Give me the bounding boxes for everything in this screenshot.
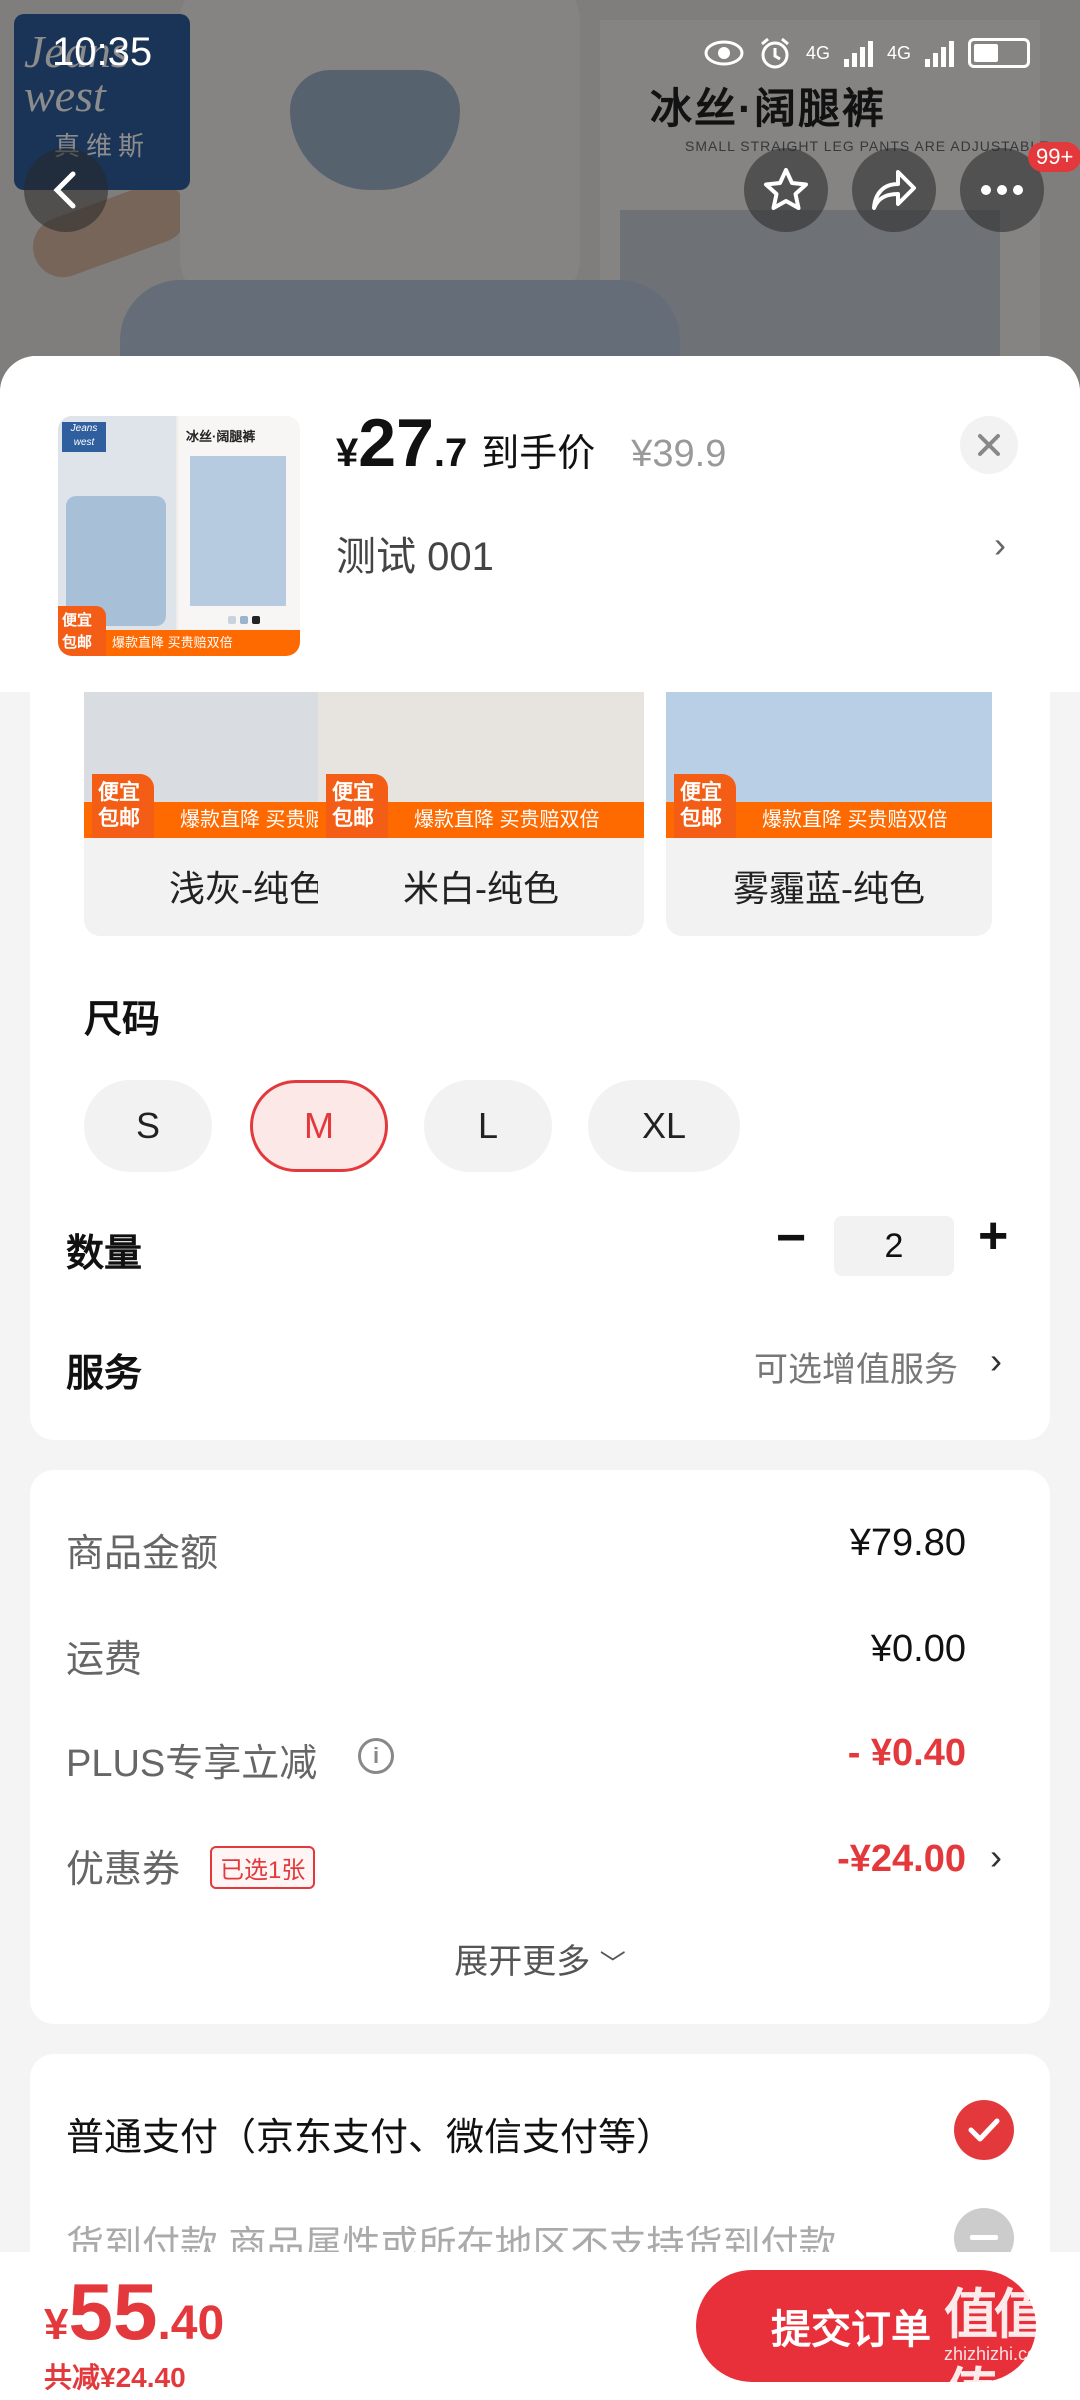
thumb-color-dots [228,616,260,624]
shipping-label: 运费 [66,1639,143,1681]
color-option-name: 米白-纯色 [403,868,559,909]
coupon-label: 优惠券 [66,1849,181,1891]
close-sheet-button[interactable] [960,416,1018,474]
expand-more-label: 展开更多 [454,1943,591,1981]
chevron-right-icon[interactable]: › [994,524,1006,566]
more-badge: 99+ [1028,142,1080,172]
thumb-brand-logo: Jeans west [62,422,106,452]
close-icon [978,434,1000,456]
color-option-tag: 便宜包邮 [674,774,736,838]
alarm-icon [761,37,789,69]
price-symbol: ¥ [336,431,359,475]
expand-more-button[interactable]: 展开更多 ﹀ [0,1934,1080,1983]
network-type-2: 4G [886,42,911,63]
goods-amount-value: ¥79.80 [849,1522,966,1564]
total-saved: 共减¥24.40 [44,2362,186,2393]
payment-selected-check[interactable] [954,2100,1014,2160]
share-button[interactable] [852,148,936,232]
watermark-url: zhizhizhi.com [944,2344,1053,2364]
share-icon [872,170,916,210]
eye-icon [704,40,744,66]
quantity-label: 数量 [66,1233,143,1275]
chevron-right-icon[interactable]: › [990,1836,1002,1878]
original-price: ¥39.9 [631,433,727,475]
total-symbol: ¥ [44,2300,69,2349]
minus-icon [970,2235,998,2240]
color-option-2[interactable]: 爆款直降 买贵赔双倍 便宜包邮 雾霾蓝-纯色 [666,692,992,936]
submit-order-label: 提交订单 [771,2308,931,2352]
coupon-selected-tag: 已选1张 [210,1846,316,1889]
shipping-value: ¥0.00 [870,1628,966,1670]
plus-discount-value: - ¥0.40 [847,1732,966,1774]
color-option-tag: 便宜包邮 [92,774,154,838]
watermark-logo: 值值值 [944,2285,1048,2400]
total-integer: 55 [68,2267,158,2356]
status-time: 10:35 [52,30,153,74]
color-row-clip [30,692,84,938]
back-button[interactable] [24,148,108,232]
sheet-header: 冰丝·阔腿裤 Jeans west 便宜包邮 爆款直降 买贵赔双倍 ¥ 27 .… [0,356,1080,692]
selected-spec-text[interactable]: 测试 001 [336,524,494,582]
goods-amount-label: 商品金额 [66,1533,219,1575]
quantity-input[interactable]: 2 [834,1216,954,1276]
price-integer: 27 [358,405,434,481]
quantity-decrease-button[interactable]: − [776,1208,806,1268]
size-section-label: 尺码 [84,999,161,1041]
signal-icon [843,39,873,67]
star-icon [764,168,808,210]
favorite-button[interactable] [744,148,828,232]
size-option-l[interactable]: L [424,1080,552,1172]
checkmark-icon [968,2118,1000,2142]
size-option-m[interactable]: M [250,1080,388,1172]
size-option-xl[interactable]: XL [588,1080,740,1172]
price-row: ¥ 27 .7 到手价 ¥39.9 [336,404,726,482]
color-option-1[interactable]: 爆款直降 买贵赔双倍 便宜包邮 米白-纯色 [318,692,644,936]
total-price: ¥ 55 .40 [44,2266,224,2358]
checkout-bar: ¥ 55 .40 共减¥24.40 提交订单 [0,2252,1080,2400]
thumb-promo-strip: 爆款直降 买贵赔双倍 [106,630,300,656]
battery-icon [968,38,1030,68]
thumb-free-shipping-tag: 便宜包邮 [58,606,106,656]
color-option-tag: 便宜包邮 [326,774,388,838]
status-icons: 4G 4G [704,36,1030,70]
chevron-right-icon[interactable]: › [990,1340,1002,1382]
quantity-increase-button[interactable]: + [978,1206,1008,1266]
payment-option-normal[interactable]: 普通支付（京东支付、微信支付等） [66,2106,674,2161]
coupon-value[interactable]: -¥24.00 [837,1838,966,1881]
total-decimal: .40 [157,2297,225,2350]
thumb-title: 冰丝·阔腿裤 [186,429,256,444]
chevron-down-icon: ﹀ [599,1949,626,1979]
more-dots-icon [981,185,1023,195]
signal-icon-2 [925,39,954,67]
thumb-pants-image-2 [190,456,286,606]
product-thumbnail[interactable]: 冰丝·阔腿裤 Jeans west 便宜包邮 爆款直降 买贵赔双倍 [58,416,300,656]
color-option-name: 雾霾蓝-纯色 [733,868,925,909]
chevron-left-icon [53,171,76,209]
size-option-s[interactable]: S [84,1080,212,1172]
service-hint[interactable]: 可选增值服务 [754,1342,958,1391]
final-price-label: 到手价 [481,433,596,475]
service-label: 服务 [66,1353,143,1395]
price-decimal: .7 [433,431,468,475]
plus-discount-label: PLUS专享立减 [66,1743,318,1785]
info-icon[interactable]: i [358,1738,394,1774]
network-type-1: 4G [805,42,830,63]
